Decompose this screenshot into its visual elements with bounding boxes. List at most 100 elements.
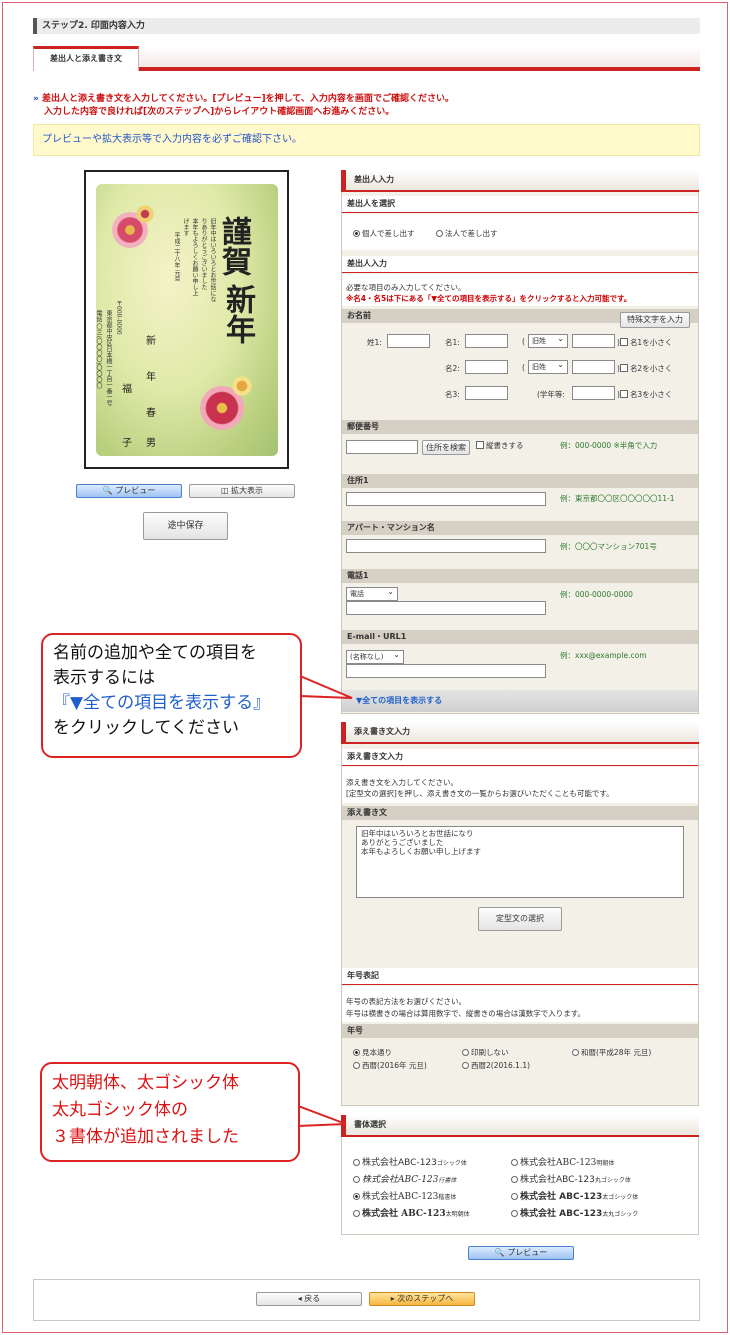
intro-line-1: 差出人と添え書き文を入力してください。[プレビュー]を押して、入力内容を画面でご…: [41, 94, 454, 104]
sei1-input[interactable]: [387, 334, 430, 348]
sender-header: 差出人入力: [341, 170, 699, 192]
sender-select-header: 差出人を選択: [342, 196, 698, 213]
card-name-6: 子: [122, 438, 132, 449]
soegaki-label: 添え書き文: [342, 806, 698, 820]
kyuusei-input-1[interactable]: [572, 334, 615, 348]
nengo-opt-sample[interactable]: 見本通り: [353, 1047, 392, 1058]
radio-dot-icon: [462, 1049, 469, 1056]
nengo-opt-wareki[interactable]: 和暦(平成28年 元旦): [572, 1047, 651, 1058]
checkbox-icon: [619, 364, 628, 372]
nengo-opt-seireki[interactable]: 西暦(2016年 元旦): [353, 1060, 427, 1071]
mei1-input[interactable]: [465, 334, 508, 348]
nengo-opt-seireki2[interactable]: 西暦2(2016.1.1): [462, 1060, 530, 1071]
footer-nav: [33, 1279, 700, 1321]
mei1-label: 名1:: [445, 338, 460, 347]
small3-check[interactable]: ) 名3を小さく: [617, 389, 672, 400]
card-message-4: げます: [182, 218, 189, 236]
card-date: 平成二十八年 元旦: [173, 232, 180, 282]
font-opt-kaisho[interactable]: 株式会社ABC-123楷書体: [353, 1189, 456, 1202]
font-opt-mincho[interactable]: 株式会社ABC-123明朝体: [511, 1155, 614, 1168]
phone-input[interactable]: [346, 601, 546, 615]
required-note: 必要な項目のみ入力してください。: [346, 283, 466, 292]
kyuusei-input-2[interactable]: [572, 360, 615, 374]
font-opt-futo-gothic[interactable]: 株式会社 ABC-123太ゴシック体: [511, 1189, 638, 1202]
tab-bar: 差出人と添え書き文: [33, 46, 700, 71]
card-message-3: 本年もよろしくお願い申し上: [191, 218, 198, 296]
nengo-note-1: 年号の表記方法をお選びください。: [346, 997, 466, 1006]
font-opt-futo-maru[interactable]: 株式会社 ABC-123太丸ゴシック: [511, 1206, 638, 1219]
font-opt-gothic[interactable]: 株式会社ABC-123ゴシック体: [353, 1155, 467, 1168]
font-opt-futo-mincho[interactable]: 株式会社 ABC-123太明朝体: [353, 1206, 470, 1219]
card-name-1: 新: [146, 336, 156, 347]
radio-dot-icon: [353, 1049, 360, 1056]
double-chevron-icon: »: [33, 94, 39, 104]
mei3-input[interactable]: [465, 386, 508, 400]
card-tel: 電話 〇三(〇〇〇〇)〇〇〇〇: [95, 310, 102, 389]
soegaki-header: 添え書き文入力: [341, 722, 699, 744]
radio-dot-icon: [572, 1049, 579, 1056]
small1-check[interactable]: ) 名1を小さく: [617, 337, 672, 348]
kyuusei-select-2[interactable]: 旧姓: [528, 359, 568, 374]
preview-button[interactable]: 🔍 プレビュー: [76, 484, 182, 498]
phone-type-select[interactable]: 電話: [346, 586, 398, 601]
small2-check[interactable]: ) 名2を小さく: [617, 363, 672, 374]
intro-line-2: 入力した内容で良ければ[次のステップへ]からレイアウト確認画面へお進みください。: [44, 107, 395, 117]
phone-example: 例：000-0000-0000: [560, 590, 633, 599]
apartment-label: アパート・マンション名: [342, 521, 698, 535]
font-header: 書体選択: [341, 1115, 699, 1137]
nengo-label: 年号: [342, 1024, 698, 1038]
sei1-label: 姓1:: [367, 338, 382, 347]
nengo-header: 年号表記: [342, 968, 698, 985]
soegaki-note-1: 添え書き文を入力してください。: [346, 778, 459, 787]
radio-dot-icon: [436, 230, 443, 237]
kyuusei-select-1[interactable]: 旧姓: [528, 333, 568, 348]
address-example: 例：東京都〇〇区〇〇〇〇〇11-1: [560, 494, 675, 503]
teikei-select-button[interactable]: 定型文の選択: [478, 907, 562, 931]
email-label: E-mail・URL1: [342, 630, 698, 644]
soegaki-textarea[interactable]: 旧年中はいろいろとお世話になり ありがとうございました 本年もよろしくお願い申し…: [356, 826, 684, 898]
gakunen-input[interactable]: [572, 386, 615, 400]
radio-dot-icon: [462, 1062, 469, 1069]
radio-dot-icon: [353, 230, 360, 237]
gakunen-label: (学年等:: [537, 390, 565, 399]
soegaki-note-2: [定型文の選択]を押し、添え書き文の一覧からお選びいただくことも可能です。: [346, 789, 614, 798]
mei3-label: 名3:: [445, 390, 460, 399]
preview-button-bottom[interactable]: 🔍 プレビュー: [468, 1246, 574, 1260]
save-draft-button[interactable]: 途中保存: [143, 512, 228, 540]
mei2-input[interactable]: [465, 360, 508, 374]
nengo-opt-none[interactable]: 印刷しない: [462, 1047, 509, 1058]
email-input[interactable]: [346, 664, 546, 678]
back-button[interactable]: ◂ 戻る: [256, 1292, 362, 1306]
special-char-button[interactable]: 特殊文字を入力: [620, 312, 690, 328]
radio-personal[interactable]: 個人で差し出す: [353, 228, 415, 239]
card-address: 東京都中央区日本橋一丁目一番一号: [105, 310, 112, 406]
card-greeting-1: 謹賀: [216, 216, 251, 276]
card-postal: 〒000-0000: [115, 300, 122, 335]
radio-dot-icon: [353, 1210, 360, 1217]
checkbox-icon: [619, 338, 628, 346]
next-step-button[interactable]: ▸ 次のステップへ: [369, 1292, 475, 1306]
zoom-button[interactable]: ◫ 拡大表示: [189, 484, 295, 498]
flower-bottom-small: [232, 376, 252, 396]
zip-example: 例：000-0000 ※半角で入力: [560, 441, 658, 450]
card-message-2: りありがとうございました: [200, 218, 207, 290]
email-example: 例：xxx@example.com: [560, 651, 647, 660]
font-opt-maru-gothic[interactable]: 株式会社ABC-123丸ゴシック体: [511, 1172, 631, 1185]
apartment-input[interactable]: [346, 539, 546, 553]
triangle-left-icon: ◂: [297, 1294, 302, 1303]
radio-corporate[interactable]: 法人で差し出す: [436, 228, 498, 239]
tategaki-check[interactable]: 縦書きする: [476, 440, 524, 451]
card-greeting-2: 新年: [220, 284, 255, 344]
zoom-icon: ◫: [220, 486, 229, 495]
show-all-link[interactable]: ▼全ての項目を表示する: [356, 695, 442, 706]
font-opt-gyousho[interactable]: 株式会社ABC-123行書体: [353, 1172, 456, 1185]
email-type-select[interactable]: (名称なし): [346, 649, 404, 664]
zip-search-button[interactable]: 住所を検索: [422, 440, 470, 455]
zip-input[interactable]: [346, 440, 418, 454]
callout-pointer-2: [294, 1104, 347, 1128]
card-preview: 謹賀 新年 旧年中はいろいろとお世話にな りありがとうございました 本年もよろし…: [84, 170, 289, 469]
callout-pointer-1: [296, 674, 353, 699]
tab-sender-soegaki[interactable]: 差出人と添え書き文: [33, 46, 139, 71]
address-input[interactable]: [346, 492, 546, 506]
mei2-label: 名2:: [445, 364, 460, 373]
